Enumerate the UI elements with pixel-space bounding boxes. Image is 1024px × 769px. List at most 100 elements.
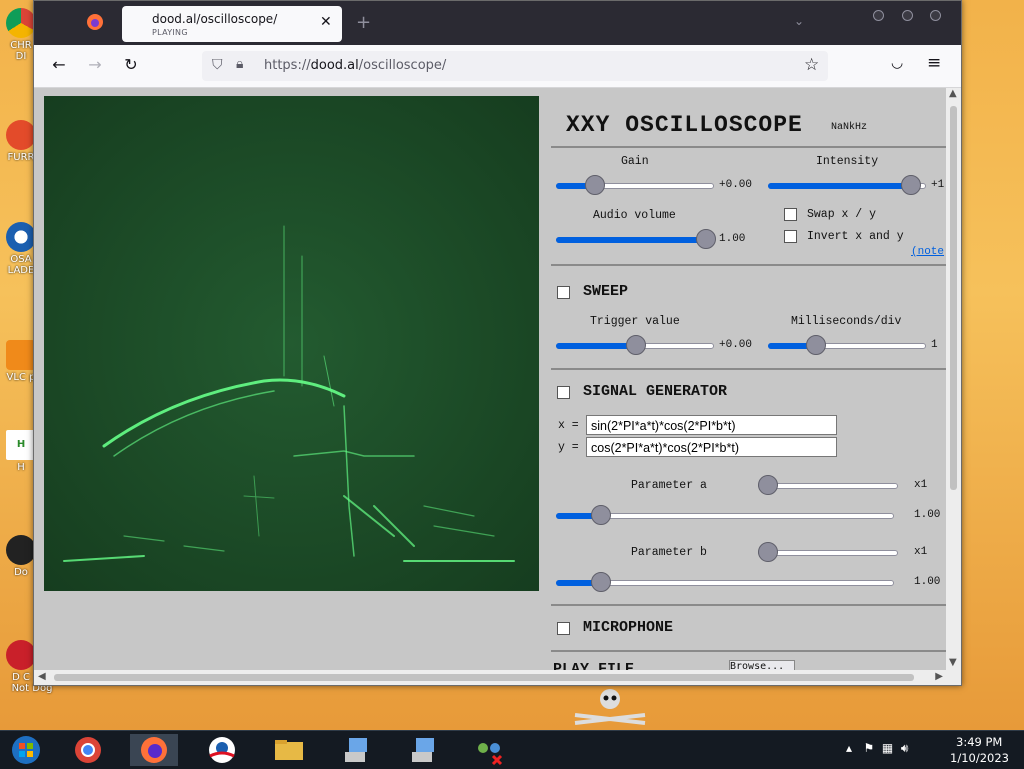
clock-date[interactable]: 1/10/2023 xyxy=(950,751,1009,765)
scroll-right-icon[interactable]: ▶ xyxy=(935,671,943,682)
horizontal-scrollbar[interactable]: ◀ ▶ xyxy=(34,670,961,685)
back-icon[interactable]: ← xyxy=(48,55,70,74)
invert-xy-checkbox[interactable] xyxy=(784,230,797,243)
scroll-thumb[interactable] xyxy=(54,674,914,681)
sweep-checkbox[interactable] xyxy=(557,286,570,299)
desktop-icon-label: H xyxy=(17,462,25,473)
slider-fill xyxy=(556,237,705,243)
intensity-slider[interactable] xyxy=(768,175,926,195)
divider xyxy=(551,146,946,148)
slider-knob[interactable] xyxy=(806,335,827,355)
note-link[interactable]: (note xyxy=(911,246,944,258)
gain-value: +0.00 xyxy=(719,179,753,191)
microphone-checkbox[interactable] xyxy=(557,622,570,635)
desktop-icon-label: Do xyxy=(14,567,28,578)
scroll-left-icon[interactable]: ◀ xyxy=(38,671,46,682)
url-bar[interactable]: ⛉ 🔒︎ https://dood.al/oscilloscope/ ☆ xyxy=(202,51,828,81)
parameter-b-multiplier: x1 xyxy=(914,546,928,558)
microphone-heading: MICROPHONE xyxy=(583,619,674,636)
clock-time[interactable]: 3:49 PM xyxy=(956,735,1002,749)
parameter-a-multiplier-slider[interactable] xyxy=(758,475,898,495)
volume-icon[interactable]: 🔊︎ xyxy=(901,741,909,755)
system-tray: ▴ ⚑ ▦ 🔊︎ xyxy=(846,741,908,756)
intensity-value: +1 xyxy=(931,179,945,191)
scroll-thumb[interactable] xyxy=(950,106,957,490)
action-center-flag-icon[interactable]: ⚑ xyxy=(863,741,874,755)
lock-icon[interactable]: 🔒︎ xyxy=(236,56,243,72)
taskbar-firefox-icon[interactable] xyxy=(130,734,178,766)
tab-status: PLAYING xyxy=(152,28,188,37)
taskbar-setup-icon[interactable] xyxy=(333,734,381,766)
slider-knob[interactable] xyxy=(758,475,778,495)
divider xyxy=(551,650,946,652)
x-expression-input[interactable]: sin(2*PI*a*t)*cos(2*PI*b*t) xyxy=(586,415,837,435)
url-prefix: https:// xyxy=(264,58,311,73)
start-orb-icon[interactable] xyxy=(8,734,44,766)
firefox-view-icon[interactable] xyxy=(86,13,104,31)
signal-generator-heading: SIGNAL GENERATOR xyxy=(583,383,728,400)
bookmark-star-icon[interactable]: ☆ xyxy=(804,55,819,75)
close-window-icon[interactable] xyxy=(930,10,941,21)
slider-fill xyxy=(768,183,911,189)
slider-knob[interactable] xyxy=(758,542,778,562)
app-do-icon xyxy=(6,535,36,565)
vlc-icon xyxy=(6,340,36,370)
audio-volume-label: Audio volume xyxy=(593,209,676,222)
show-hidden-icons-icon[interactable]: ▴ xyxy=(846,741,852,755)
forward-icon[interactable]: → xyxy=(84,55,106,74)
page-viewport: XXY OSCILLOSCOPE NaNkHz Gain Intensity +… xyxy=(34,88,946,670)
url-text[interactable]: https://dood.al/oscilloscope/ xyxy=(264,58,446,73)
pirate-flag-icon xyxy=(574,689,646,725)
y-expression-label: y = xyxy=(558,441,579,454)
audio-volume-slider[interactable] xyxy=(556,229,716,249)
ms-per-div-label: Milliseconds/div xyxy=(791,315,902,328)
slider-knob[interactable] xyxy=(590,505,611,525)
ms-per-div-slider[interactable] xyxy=(768,335,926,355)
desktop-icon-label: D C xyxy=(12,672,30,683)
y-expression-input[interactable]: cos(2*PI*a*t)*cos(2*PI*b*t) xyxy=(586,437,837,457)
tab-close-icon[interactable]: ✕ xyxy=(320,14,332,30)
url-domain: dood.al xyxy=(310,58,359,73)
gain-label: Gain xyxy=(621,155,649,168)
tracking-shield-icon[interactable]: ⛉ xyxy=(212,57,223,73)
slider-knob[interactable] xyxy=(696,229,716,249)
signal-generator-checkbox[interactable] xyxy=(557,386,570,399)
parameter-b-slider[interactable] xyxy=(556,572,894,592)
taskbar-obama-icon[interactable] xyxy=(198,734,246,766)
scroll-up-icon[interactable]: ▲ xyxy=(949,88,957,99)
browse-button[interactable]: Browse... xyxy=(729,660,795,670)
new-tab-icon[interactable]: + xyxy=(356,12,371,33)
scroll-down-icon[interactable]: ▼ xyxy=(949,657,957,668)
list-all-tabs-icon[interactable]: ⌄ xyxy=(794,14,804,28)
swap-xy-checkbox[interactable] xyxy=(784,208,797,221)
divider xyxy=(551,604,946,606)
slider-knob[interactable] xyxy=(626,335,646,355)
app-dc-icon xyxy=(6,640,36,670)
sweep-heading: SWEEP xyxy=(583,283,629,300)
scope-background xyxy=(44,96,539,591)
maximize-icon[interactable] xyxy=(902,10,913,21)
slider-track xyxy=(758,483,898,489)
parameter-a-slider[interactable] xyxy=(556,505,894,525)
parameter-b-multiplier-slider[interactable] xyxy=(758,542,898,562)
tab-oscilloscope[interactable]: dood.al/oscilloscope/ PLAYING ✕ xyxy=(122,6,342,42)
pocket-icon[interactable]: ◡ xyxy=(891,55,903,71)
minimize-icon[interactable] xyxy=(873,10,884,21)
slider-knob[interactable] xyxy=(584,175,605,195)
taskbar-chrome-icon[interactable] xyxy=(64,734,112,766)
slider-knob[interactable] xyxy=(590,572,611,592)
taskbar-setup2-icon[interactable] xyxy=(400,734,448,766)
trigger-value-slider[interactable] xyxy=(556,335,714,355)
gain-slider[interactable] xyxy=(556,175,714,195)
taskbar-network-icon[interactable] xyxy=(465,734,513,766)
network-icon[interactable]: ▦ xyxy=(882,741,893,755)
audio-volume-value: 1.00 xyxy=(719,233,746,245)
taskbar-explorer-icon[interactable] xyxy=(265,734,313,766)
vertical-scrollbar[interactable]: ▲ ▼ xyxy=(946,88,961,670)
reload-icon[interactable]: ↻ xyxy=(120,55,142,74)
menu-hamburger-icon[interactable]: ≡ xyxy=(927,53,941,73)
slider-knob[interactable] xyxy=(901,175,922,195)
obama-logo-icon xyxy=(6,222,36,252)
firefox-icon xyxy=(6,120,36,150)
slider-fill xyxy=(556,343,635,349)
